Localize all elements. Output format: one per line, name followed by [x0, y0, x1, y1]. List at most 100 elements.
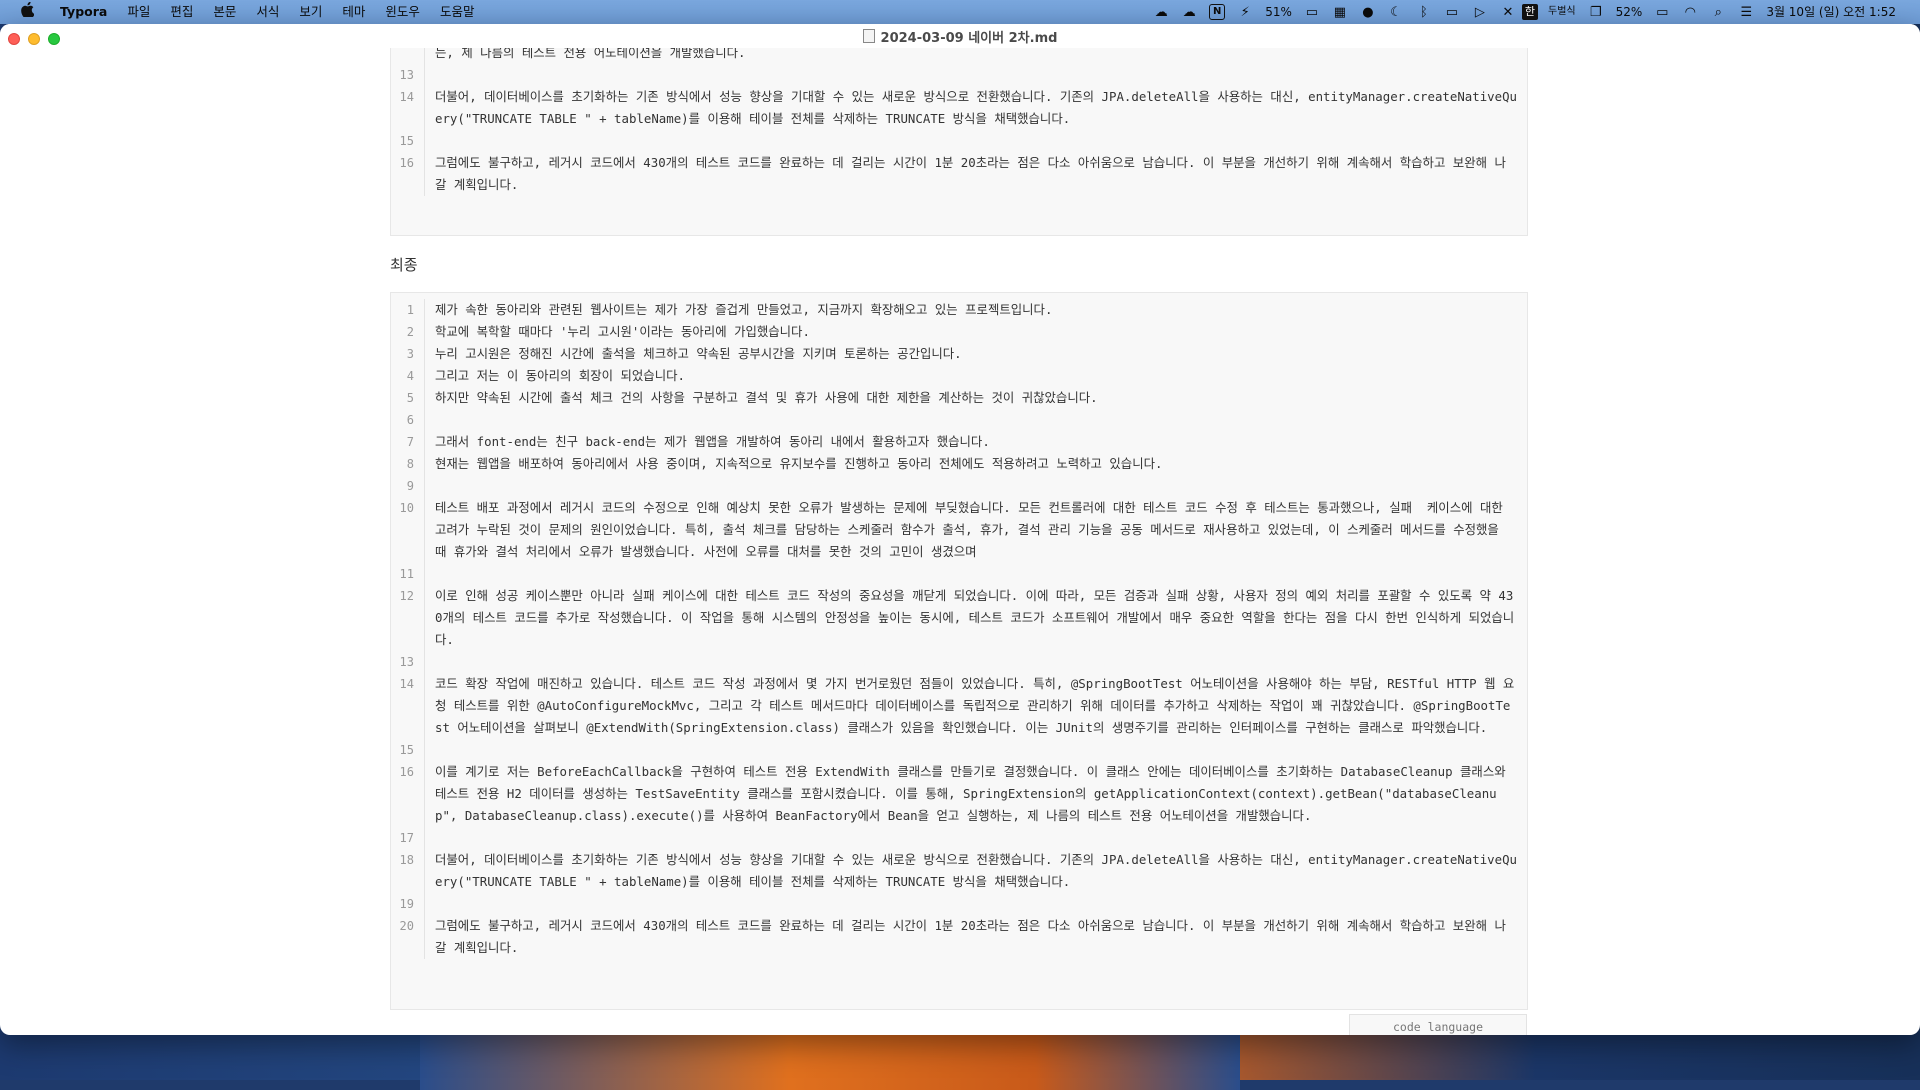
- moon-icon[interactable]: ☾: [1384, 0, 1408, 24]
- line-text[interactable]: [425, 475, 1527, 497]
- apple-menu-icon[interactable]: [18, 0, 36, 24]
- display-icon[interactable]: ▭: [1440, 0, 1464, 24]
- cloud-sync-icon[interactable]: ☁: [1149, 0, 1173, 24]
- line-text[interactable]: 그럼에도 불구하고, 레거시 코드에서 430개의 테스트 코드를 완료하는 데…: [425, 152, 1527, 196]
- code-line[interactable]: 11: [391, 563, 1527, 585]
- code-line[interactable]: 17: [391, 827, 1527, 849]
- ime-label[interactable]: 두벌식: [1542, 0, 1582, 24]
- code-line[interactable]: 4 그리고 저는 이 동아리의 회장이 되었습니다.: [391, 365, 1527, 387]
- line-text[interactable]: 그리고 저는 이 동아리의 회장이 되었습니다.: [425, 365, 1527, 387]
- code-line[interactable]: 8 현재는 웹앱을 배포하여 동아리에서 사용 중이며, 지속적으로 유지보수를 …: [391, 453, 1527, 475]
- code-line[interactable]: 14 더불어, 데이터베이스를 초기화하는 기존 방식에서 성능 향상을 기대할 …: [391, 86, 1527, 130]
- code-line[interactable]: 6: [391, 409, 1527, 431]
- bolt-icon[interactable]: ⚡: [1233, 0, 1257, 24]
- line-text[interactable]: 누리 고시원은 정해진 시간에 출석을 체크하고 약속된 공부시간을 지키며 토…: [425, 343, 1527, 365]
- code-line[interactable]: 13: [391, 64, 1527, 86]
- line-text[interactable]: 그래서 font-end는 친구 back-end는 제가 웹앱을 개발하여 동…: [425, 431, 1527, 453]
- line-number: 11: [391, 563, 425, 585]
- battery-percent-1[interactable]: 51%: [1259, 0, 1298, 24]
- mute-icon[interactable]: ✕: [1496, 0, 1520, 24]
- menu-theme[interactable]: 테마: [332, 0, 375, 24]
- line-text[interactable]: [425, 651, 1527, 673]
- line-number: 8: [391, 453, 425, 475]
- window-title-text: 2024-03-09 네이버 2차.md: [880, 31, 1058, 46]
- code-line[interactable]: 10 테스트 배포 과정에서 레거시 코드의 수정으로 인해 예상치 못한 오류가…: [391, 497, 1527, 563]
- line-text[interactable]: 는, 제 나름의 테스트 전용 어노테이션을 개발했습니다.: [425, 48, 1527, 64]
- line-number: 13: [391, 64, 425, 86]
- search-icon[interactable]: ⌕: [1706, 0, 1730, 24]
- line-number: 6: [391, 409, 425, 431]
- battery-icon-2[interactable]: ▭: [1650, 0, 1674, 24]
- code-line[interactable]: 2 학교에 복학할 때마다 '누리 고시원'이라는 동아리에 가입했습니다.: [391, 321, 1527, 343]
- line-text[interactable]: 현재는 웹앱을 배포하여 동아리에서 사용 중이며, 지속적으로 유지보수를 진…: [425, 453, 1527, 475]
- line-number: 5: [391, 387, 425, 409]
- line-text[interactable]: [425, 827, 1527, 849]
- line-number: 18: [391, 849, 425, 893]
- code-line[interactable]: 16 이를 계기로 저는 BeforeEachCallback을 구현하여 테스트…: [391, 761, 1527, 827]
- wifi-icon[interactable]: ◠: [1678, 0, 1702, 24]
- code-line[interactable]: 7 그래서 font-end는 친구 back-end는 제가 웹앱을 개발하여 …: [391, 431, 1527, 453]
- line-text[interactable]: [425, 893, 1527, 915]
- window-icon[interactable]: ❐: [1584, 0, 1608, 24]
- line-text[interactable]: [425, 64, 1527, 86]
- line-text[interactable]: [425, 409, 1527, 431]
- code-line[interactable]: 14 코드 확장 작업에 매진하고 있습니다. 테스트 코드 작성 과정에서 몇 …: [391, 673, 1527, 739]
- code-line[interactable]: 12 이로 인해 성공 케이스뿐만 아니라 실패 케이스에 대한 테스트 코드 작…: [391, 585, 1527, 651]
- line-text[interactable]: 이를 계기로 저는 BeforeEachCallback을 구현하여 테스트 전…: [425, 761, 1527, 827]
- code-line[interactable]: 19: [391, 893, 1527, 915]
- line-text[interactable]: 더불어, 데이터베이스를 초기화하는 기존 방식에서 성능 향상을 기대할 수 …: [425, 86, 1527, 130]
- code-line[interactable]: 5 하지만 약속된 시간에 출석 체크 건의 사항을 구분하고 결석 및 휴가 사…: [391, 387, 1527, 409]
- menu-view[interactable]: 보기: [289, 0, 332, 24]
- editor-content[interactable]: 는, 제 나름의 테스트 전용 어노테이션을 개발했습니다. 13 14 더불어, 데…: [0, 48, 1920, 1035]
- code-line[interactable]: 16 그럼에도 불구하고, 레거시 코드에서 430개의 테스트 코드를 완료하는…: [391, 152, 1527, 196]
- code-line[interactable]: 는, 제 나름의 테스트 전용 어노테이션을 개발했습니다.: [391, 48, 1527, 64]
- menu-window[interactable]: 윈도우: [375, 0, 430, 24]
- document-icon: [862, 29, 875, 43]
- battery-percent-2[interactable]: 52%: [1610, 0, 1649, 24]
- code-line[interactable]: 18 더불어, 데이터베이스를 초기화하는 기존 방식에서 성능 향상을 기대할 …: [391, 849, 1527, 893]
- line-text[interactable]: 코드 확장 작업에 매진하고 있습니다. 테스트 코드 작성 과정에서 몇 가지…: [425, 673, 1527, 739]
- line-number: 16: [391, 152, 425, 196]
- app-badge-icon[interactable]: ●: [1356, 0, 1380, 24]
- control-center-icon[interactable]: ☰: [1734, 0, 1758, 24]
- menu-app-name[interactable]: Typora: [50, 0, 117, 24]
- line-text[interactable]: [425, 739, 1527, 761]
- line-number: 7: [391, 431, 425, 453]
- ime-badge[interactable]: 한: [1521, 4, 1539, 20]
- line-number: [391, 48, 425, 64]
- line-text[interactable]: 이로 인해 성공 케이스뿐만 아니라 실패 케이스에 대한 테스트 코드 작성의…: [425, 585, 1527, 651]
- code-line[interactable]: 1 제가 속한 동아리와 관련된 웹사이트는 제가 가장 즐겁게 만들었고, 지금…: [391, 299, 1527, 321]
- code-line[interactable]: 3 누리 고시원은 정해진 시간에 출석을 체크하고 약속된 공부시간을 지키며 …: [391, 343, 1527, 365]
- menu-format[interactable]: 서식: [246, 0, 289, 24]
- line-text[interactable]: [425, 130, 1527, 152]
- section-heading[interactable]: 최종: [390, 254, 418, 275]
- line-text[interactable]: [425, 563, 1527, 585]
- code-block-final[interactable]: 1 제가 속한 동아리와 관련된 웹사이트는 제가 가장 즐겁게 만들었고, 지금…: [390, 292, 1528, 1010]
- line-text[interactable]: 테스트 배포 과정에서 레거시 코드의 수정으로 인해 예상치 못한 오류가 발…: [425, 497, 1527, 563]
- cloud-icon[interactable]: ☁: [1177, 0, 1201, 24]
- battery-icon-1[interactable]: ▭: [1300, 0, 1324, 24]
- code-line[interactable]: 15: [391, 130, 1527, 152]
- notion-icon[interactable]: N: [1205, 0, 1229, 24]
- menu-help[interactable]: 도움말: [430, 0, 485, 24]
- bluetooth-icon[interactable]: ᛒ: [1412, 0, 1436, 24]
- layout-icon[interactable]: ▦: [1328, 0, 1352, 24]
- play-icon[interactable]: ▷: [1468, 0, 1492, 24]
- code-block-previous[interactable]: 는, 제 나름의 테스트 전용 어노테이션을 개발했습니다. 13 14 더불어, 데…: [390, 48, 1528, 236]
- code-line[interactable]: 13: [391, 651, 1527, 673]
- menu-edit[interactable]: 편집: [160, 0, 203, 24]
- menubar-clock[interactable]: 3월 10일 (일) 오전 1:52: [1760, 0, 1902, 24]
- line-text[interactable]: 제가 속한 동아리와 관련된 웹사이트는 제가 가장 즐겁게 만들었고, 지금까…: [425, 299, 1527, 321]
- code-language-input[interactable]: code language: [1349, 1014, 1527, 1035]
- line-text[interactable]: 더불어, 데이터베이스를 초기화하는 기존 방식에서 성능 향상을 기대할 수 …: [425, 849, 1527, 893]
- line-number: 15: [391, 130, 425, 152]
- code-line[interactable]: 20 그럼에도 불구하고, 레거시 코드에서 430개의 테스트 코드를 완료하는…: [391, 915, 1527, 959]
- menu-paragraph[interactable]: 본문: [203, 0, 246, 24]
- code-line[interactable]: 9: [391, 475, 1527, 497]
- line-text[interactable]: 하지만 약속된 시간에 출석 체크 건의 사항을 구분하고 결석 및 휴가 사용…: [425, 387, 1527, 409]
- typora-window: 2024-03-09 네이버 2차.md 는, 제 나름의 테스트 전용 어노테…: [0, 24, 1920, 1035]
- line-text[interactable]: 학교에 복학할 때마다 '누리 고시원'이라는 동아리에 가입했습니다.: [425, 321, 1527, 343]
- menu-file[interactable]: 파일: [117, 0, 160, 24]
- line-text[interactable]: 그럼에도 불구하고, 레거시 코드에서 430개의 테스트 코드를 완료하는 데…: [425, 915, 1527, 959]
- code-line[interactable]: 15: [391, 739, 1527, 761]
